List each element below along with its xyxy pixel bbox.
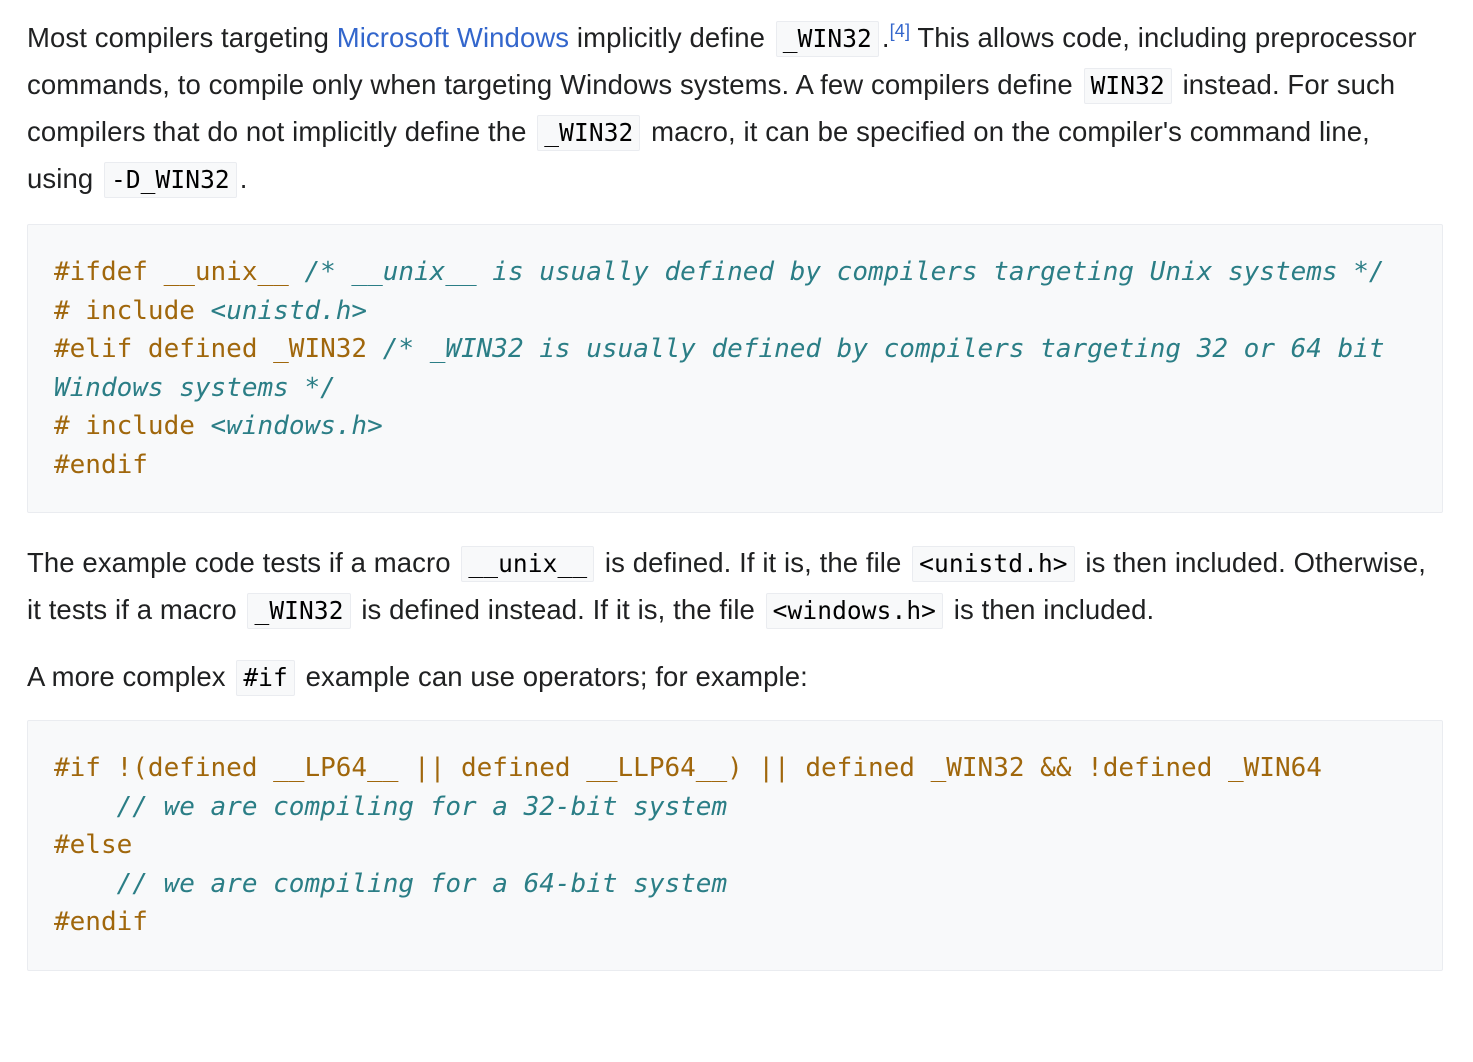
code-token-cp: #endif: [54, 449, 148, 480]
code-token-cmt: // we are compiling for a 32-bit system: [54, 791, 728, 822]
inline-code-unistd-header: <unistd.h>: [912, 546, 1075, 582]
code-token-cp: #endif: [54, 907, 148, 937]
inline-code-win32: _WIN32: [775, 21, 879, 57]
text-fragment: .: [239, 163, 248, 194]
text-fragment: is then included.: [946, 594, 1155, 625]
code-token-cmt: // we are compiling for a 64-bit system: [54, 868, 728, 899]
text-fragment: A more complex: [27, 661, 234, 692]
inline-code-windows-header: <windows.h>: [765, 593, 944, 629]
code-token-cp: #else: [54, 830, 133, 860]
text-fragment: .: [881, 22, 890, 53]
inline-code-dwin32-flag: -D_WIN32: [103, 162, 237, 198]
code-token-cp: # include: [54, 411, 211, 441]
text-fragment: is defined instead. If it is, the file: [353, 594, 763, 625]
code-token-cp: #ifdef __unix__: [54, 257, 305, 287]
text-fragment: implicitly define: [569, 22, 773, 53]
link-microsoft-windows[interactable]: Microsoft Windows: [337, 22, 569, 53]
article-content: Most compilers targeting Microsoft Windo…: [0, 0, 1473, 971]
paragraph-example-explanation: The example code tests if a macro __unix…: [27, 539, 1443, 633]
inline-code-win32-nounderscore: WIN32: [1083, 68, 1172, 104]
text-fragment: Most compilers targeting: [27, 22, 337, 53]
paragraph-complex-if-intro: A more complex #if example can use opera…: [27, 653, 1443, 700]
text-fragment: The example code tests if a macro: [27, 547, 459, 578]
inline-code-unix-macro: __unix__: [461, 546, 595, 582]
code-token-cp: #elif defined _WIN32: [54, 334, 383, 364]
inline-code-win32-macro-2: _WIN32: [247, 593, 351, 629]
inline-code-if-directive: #if: [236, 660, 295, 696]
inline-code-win32-2: _WIN32: [537, 115, 641, 151]
code-token-cp: # include: [54, 295, 211, 326]
code-token-hdr: <windows.h>: [210, 411, 383, 441]
code-block-ifdef-unix: #ifdef __unix__ /* __unix__ is usually d…: [27, 224, 1443, 513]
code-token-cp: #if !(defined __LP64__ || defined __LLP6…: [54, 753, 1322, 783]
reference-marker-4[interactable]: [4]: [890, 21, 910, 41]
code-block-complex-if: #if !(defined __LP64__ || defined __LLP6…: [27, 720, 1443, 971]
text-fragment: is defined. If it is, the file: [597, 547, 910, 578]
paragraph-win32-macro: Most compilers targeting Microsoft Windo…: [27, 14, 1443, 202]
reference-link[interactable]: [4]: [890, 21, 910, 41]
text-fragment: example can use operators; for example:: [297, 661, 808, 692]
code-token-cmt: /* __unix__ is usually defined by compil…: [304, 257, 1385, 287]
code-token-hdr: <unistd.h>: [210, 295, 368, 326]
